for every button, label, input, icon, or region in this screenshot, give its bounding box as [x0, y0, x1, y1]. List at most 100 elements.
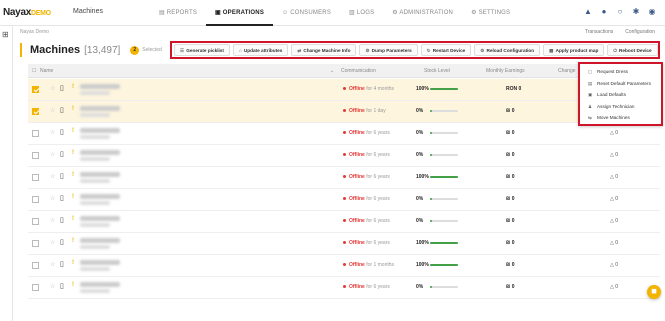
table-row[interactable]: ☆ ▯! Offline for 6 years 0% ₪ 0 △ 0	[28, 211, 660, 233]
row-checkbox[interactable]	[32, 262, 39, 269]
change-machine-info-label: Change Machine Info	[303, 48, 351, 53]
row-checkbox[interactable]	[32, 130, 39, 137]
help-chat-button[interactable]: ◼	[647, 285, 661, 299]
reboot-device-button[interactable]: ⏻ Reboot Device	[607, 44, 658, 56]
row-checkbox[interactable]	[32, 108, 39, 115]
change-machine-info-button[interactable]: ⇄ Change Machine Info	[291, 44, 357, 56]
change-value: 0	[615, 262, 619, 268]
row-checkbox[interactable]	[32, 86, 39, 93]
communication-status: Offline for 6 years	[343, 284, 390, 290]
user-icon: ♟	[588, 103, 593, 109]
configuration-link[interactable]: Configuration	[625, 29, 655, 35]
graduation-cap-icon[interactable]: ▲	[583, 7, 593, 16]
machine-name-redacted[interactable]	[80, 84, 120, 89]
machine-name-redacted[interactable]	[80, 260, 120, 265]
table-row[interactable]: ☆ ▯! Offline for 6 years 0% ₪ 0 △ 0	[28, 123, 660, 145]
nav-consumers[interactable]: ☺ CONSUMERS	[273, 0, 340, 26]
gear-icon: ⚙	[365, 48, 370, 53]
machine-name-redacted[interactable]	[80, 238, 120, 243]
row-checkbox[interactable]	[32, 196, 39, 203]
column-stock-level[interactable]: Stock Level	[424, 68, 450, 74]
nav-settings[interactable]: ⚙ SETTINGS	[462, 0, 519, 26]
machine-name-redacted[interactable]	[80, 282, 120, 287]
change-count: △ 0	[610, 240, 618, 246]
communication-status: Offline for 1 months	[343, 262, 394, 268]
table-row[interactable]: ☆ ▯! Offline for 1 day 0% ₪ 0	[28, 101, 660, 123]
sort-icon[interactable]: ⌄	[330, 68, 334, 74]
machine-name-redacted[interactable]	[80, 216, 120, 221]
nav-logs[interactable]: ▥ LOGS	[340, 0, 383, 26]
machine-name-redacted[interactable]	[80, 194, 120, 199]
column-monthly-earnings[interactable]: Monthly Earnings	[486, 68, 525, 74]
table-row[interactable]: ☆ ▯! Offline for 6 years 0% ₪ 0 △ 0	[28, 145, 660, 167]
update-attributes-button[interactable]: ⌂ Update attributes	[232, 44, 289, 56]
row-checkbox[interactable]	[32, 284, 39, 291]
status-since: for 6 years	[366, 130, 390, 136]
favorite-star-icon[interactable]: ☆	[50, 129, 55, 136]
favorite-star-icon[interactable]: ☆	[50, 107, 55, 114]
stock-level-bar	[430, 286, 458, 288]
favorite-star-icon[interactable]: ☆	[50, 151, 55, 158]
machine-id-redacted	[80, 267, 110, 271]
favorite-star-icon[interactable]: ☆	[50, 283, 55, 290]
menu-move-machines[interactable]: ⇆ Move Machines	[580, 112, 661, 124]
column-communication[interactable]: Communication	[341, 68, 376, 74]
favorite-star-icon[interactable]: ☆	[50, 239, 55, 246]
machine-id-redacted	[80, 223, 110, 227]
row-checkbox[interactable]	[32, 218, 39, 225]
row-checkbox[interactable]	[32, 240, 39, 247]
change-count: △ 0	[610, 262, 618, 268]
generate-picklist-button[interactable]: ☰ Generate picklist	[174, 44, 230, 56]
offline-dot-icon	[343, 219, 346, 223]
restart-device-button[interactable]: ↻ Restart Device	[420, 44, 472, 56]
transactions-link[interactable]: Transactions	[585, 29, 613, 35]
favorite-star-icon[interactable]: ☆	[50, 217, 55, 224]
change-value: 0	[615, 152, 619, 158]
settings-icon[interactable]: ✱	[631, 7, 641, 16]
stock-level-bar	[430, 176, 458, 178]
dump-parameters-button[interactable]: ⚙ Dump Parameters	[359, 44, 418, 56]
nav-reports[interactable]: ▤ REPORTS	[150, 0, 206, 26]
hierarchy-icon[interactable]: ⊞	[2, 30, 9, 39]
machine-type-icon: ▯	[60, 107, 64, 114]
list-icon: ☰	[180, 48, 185, 53]
apply-product-map-button[interactable]: ▦ Apply product map	[543, 44, 605, 56]
menu-request-dress[interactable]: ▢ Request Dress	[580, 66, 661, 78]
favorite-star-icon[interactable]: ☆	[50, 173, 55, 180]
row-checkbox[interactable]	[32, 174, 39, 181]
table-row[interactable]: ☆ ▯! Offline for 6 years 100% ₪ 0 △ 0	[28, 233, 660, 255]
table-row[interactable]: ☆ ▯! Offline for 6 years 0% ₪ 0 △ 0	[28, 277, 660, 299]
table-row[interactable]: ☆ ▯! Offline for 4 months 100% RON 0	[28, 79, 660, 101]
table-row[interactable]: ☆ ▯! Offline for 1 months 100% ₪ 0 △ 0	[28, 255, 660, 277]
header-checkbox[interactable]: ☐	[32, 68, 36, 74]
machine-name-redacted[interactable]	[80, 128, 120, 133]
table-row[interactable]: ☆ ▯! Offline for 6 years 0% ₪ 0 △ 0	[28, 189, 660, 211]
machine-id-redacted	[80, 113, 110, 117]
row-checkbox[interactable]	[32, 152, 39, 159]
breadcrumb[interactable]: Nayax Demo	[20, 29, 49, 35]
menu-reset-default-parameters[interactable]: ▤ Reset Default Parameters	[580, 78, 661, 90]
table-row[interactable]: ☆ ▯! Offline for 6 years 100% ₪ 0 △ 0	[28, 167, 660, 189]
favorite-star-icon[interactable]: ☆	[50, 85, 55, 92]
search-icon[interactable]: ○	[615, 7, 625, 16]
machine-name-redacted[interactable]	[80, 106, 120, 111]
stock-level-bar	[430, 110, 458, 112]
nav-operations[interactable]: ▣ OPERATIONS	[206, 0, 274, 26]
machine-name-redacted[interactable]	[80, 150, 120, 155]
stock-level-value: 100%	[416, 86, 429, 92]
favorite-star-icon[interactable]: ☆	[50, 195, 55, 202]
user-icon[interactable]: ●	[599, 7, 609, 16]
column-name[interactable]: Name	[40, 68, 53, 74]
menu-load-defaults[interactable]: ▣ Load Defaults	[580, 89, 661, 101]
favorite-star-icon[interactable]: ☆	[50, 261, 55, 268]
nayax-logo[interactable]: NayaxDEMO	[3, 7, 51, 18]
reboot-device-label: Reboot Device	[619, 48, 652, 53]
account-avatar[interactable]: ◉	[647, 7, 657, 16]
nav-administration[interactable]: ⚙ ADMINISTRATION	[383, 0, 462, 26]
machine-name-redacted[interactable]	[80, 172, 120, 177]
monthly-earnings-value: ₪ 0	[506, 262, 515, 268]
reload-configuration-button[interactable]: ⚙ Reload Configuration	[474, 44, 541, 56]
column-change[interactable]: Change	[558, 68, 576, 74]
stock-level-bar	[430, 264, 458, 266]
menu-assign-technician[interactable]: ♟ Assign Technician	[580, 101, 661, 113]
